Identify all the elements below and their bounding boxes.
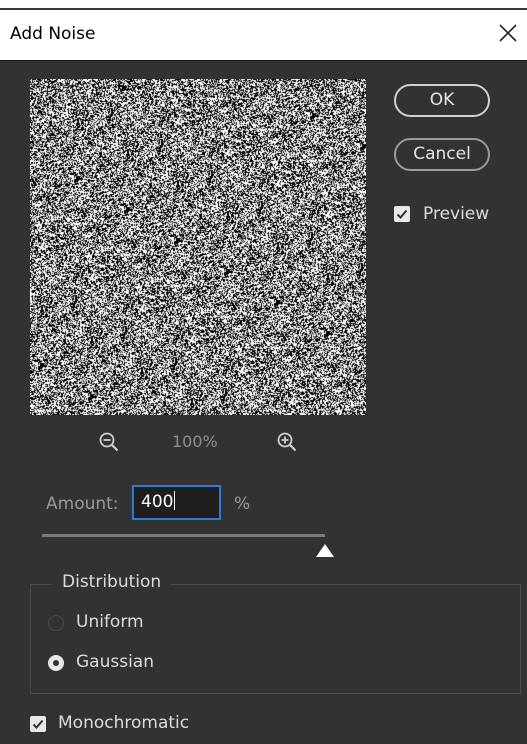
checkmark-icon <box>396 209 408 219</box>
distribution-group <box>30 584 521 694</box>
radio-dot <box>53 660 59 666</box>
amount-input[interactable]: 400 <box>132 485 221 520</box>
gaussian-radio[interactable] <box>48 655 64 671</box>
amount-value: 400 <box>141 492 174 512</box>
uniform-radio[interactable] <box>48 615 64 631</box>
add-noise-dialog: Add Noise OK Cancel Preview 100% Amount:… <box>0 0 527 744</box>
zoom-level: 100% <box>172 432 218 451</box>
amount-slider-thumb[interactable] <box>316 544 334 557</box>
uniform-label[interactable]: Uniform <box>76 612 144 632</box>
amount-slider-fill <box>42 534 325 537</box>
window-top-border <box>0 0 527 10</box>
amount-label: Amount: <box>46 494 119 514</box>
title-bar: Add Noise <box>0 10 527 61</box>
dialog-title: Add Noise <box>10 24 96 44</box>
close-icon[interactable] <box>497 22 519 44</box>
amount-unit: % <box>234 494 251 514</box>
ok-button[interactable]: OK <box>394 84 490 117</box>
distribution-legend: Distribution <box>52 572 172 592</box>
monochromatic-label: Monochromatic <box>58 713 190 733</box>
amount-slider-track[interactable] <box>42 534 325 537</box>
zoom-out-icon[interactable] <box>98 431 120 457</box>
preview-checkbox[interactable] <box>394 206 410 222</box>
text-caret <box>174 491 176 510</box>
preview-label: Preview <box>423 204 490 224</box>
monochromatic-checkbox[interactable] <box>30 716 46 732</box>
noise-preview[interactable] <box>30 79 366 415</box>
gaussian-label[interactable]: Gaussian <box>76 652 154 672</box>
zoom-in-icon[interactable] <box>276 431 298 457</box>
checkmark-icon <box>32 719 44 729</box>
cancel-button[interactable]: Cancel <box>394 138 490 171</box>
